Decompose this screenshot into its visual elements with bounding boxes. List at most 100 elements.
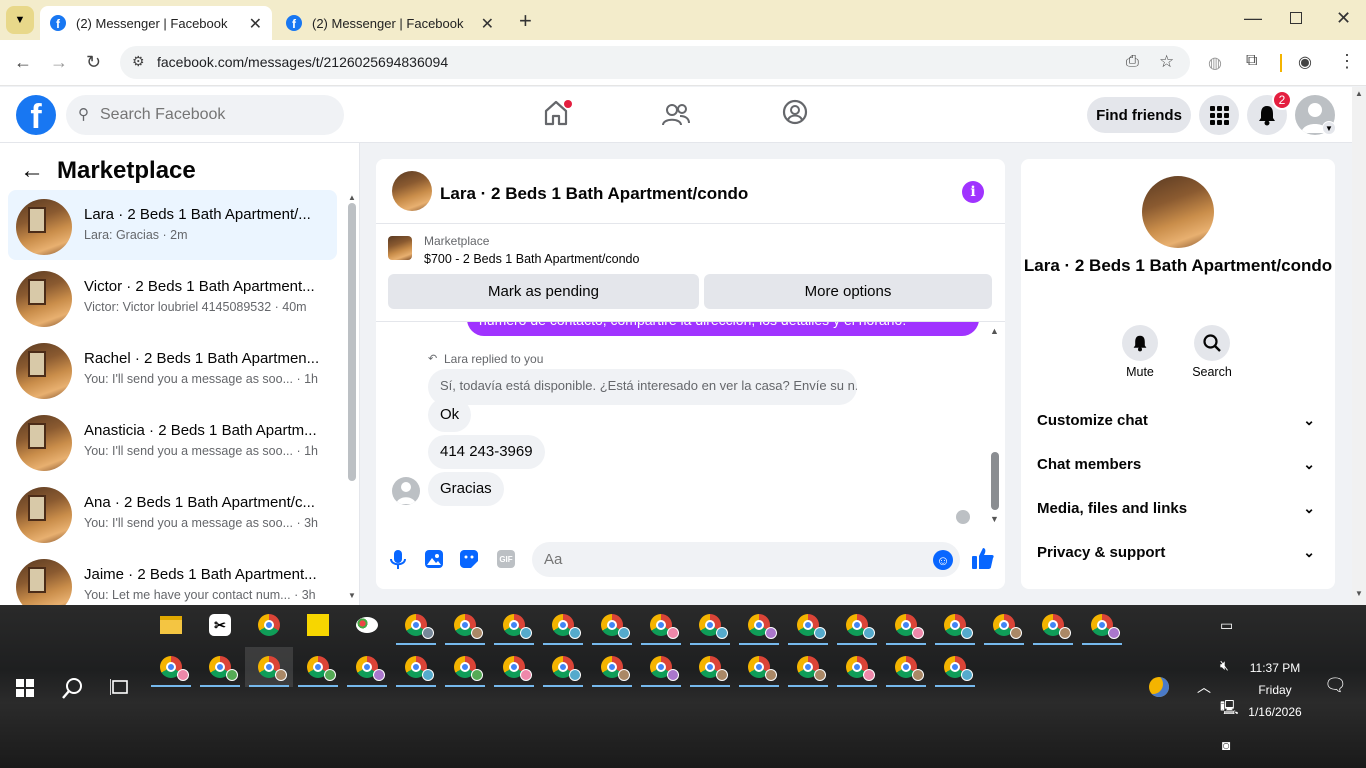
- reload-icon[interactable]: ↻: [86, 52, 101, 73]
- chrome-profile-taskbar-icon[interactable]: [686, 647, 734, 687]
- chrome-profile-taskbar-icon[interactable]: [784, 647, 832, 687]
- close-window-button[interactable]: ✕: [1336, 8, 1351, 29]
- scroll-down-arrow[interactable]: ▼: [1355, 589, 1363, 598]
- chrome-profile-taskbar-icon[interactable]: [196, 647, 244, 687]
- chrome-profile-taskbar-icon[interactable]: [539, 647, 587, 687]
- chrome-profile-taskbar-icon[interactable]: [784, 605, 832, 645]
- show-hidden-icons-chevron[interactable]: ︿: [1197, 677, 1211, 697]
- chrome-profile-taskbar-icon[interactable]: [588, 647, 636, 687]
- minimize-button[interactable]: —: [1244, 8, 1262, 29]
- privacy-support-row[interactable]: Privacy & support ⌄: [1037, 544, 1319, 574]
- back-arrow-icon[interactable]: ←: [20, 157, 44, 185]
- groups-icon[interactable]: [782, 99, 808, 125]
- paint-taskbar-icon[interactable]: [343, 605, 391, 645]
- scroll-up-arrow[interactable]: ▲: [1355, 89, 1363, 98]
- photo-icon[interactable]: [425, 550, 443, 568]
- message-input[interactable]: [532, 542, 960, 577]
- task-view-icon[interactable]: [110, 678, 130, 696]
- weather-moon-icon[interactable]: [1149, 677, 1169, 697]
- conversation-item[interactable]: Lara · 2 Beds 1 Bath Apartment/... Lara:…: [8, 190, 337, 260]
- facebook-search-input[interactable]: [100, 95, 330, 135]
- chat-members-row[interactable]: Chat members ⌄: [1037, 456, 1319, 486]
- customize-chat-row[interactable]: Customize chat ⌄: [1037, 412, 1319, 442]
- info-icon[interactable]: i: [962, 181, 984, 203]
- chrome-profile-taskbar-icon[interactable]: [637, 647, 685, 687]
- chrome-profile-taskbar-icon-active[interactable]: [245, 647, 293, 687]
- capcut-taskbar-icon[interactable]: ✂: [196, 605, 244, 645]
- chat-avatar[interactable]: [392, 171, 432, 211]
- listing-title[interactable]: $700 - 2 Beds 1 Bath Apartment/condo: [424, 252, 639, 266]
- scroll-up-arrow[interactable]: ▲: [990, 326, 999, 336]
- network-icon[interactable]: 🖳︎: [1220, 697, 1239, 721]
- chrome-profile-taskbar-icon[interactable]: [637, 605, 685, 645]
- chrome-profile-taskbar-icon[interactable]: [490, 647, 538, 687]
- chrome-profile-taskbar-icon[interactable]: [588, 605, 636, 645]
- chrome-profile-taskbar-icon[interactable]: [343, 647, 391, 687]
- find-friends-button[interactable]: Find friends: [1087, 97, 1191, 133]
- close-tab-icon[interactable]: ✕: [481, 14, 494, 34]
- install-app-icon[interactable]: ⎙: [1126, 53, 1139, 71]
- bookmark-star-icon[interactable]: ☆: [1159, 52, 1174, 72]
- page-scrollbar[interactable]: ▲ ▼: [1352, 87, 1366, 605]
- conversation-item[interactable]: Ana · 2 Beds 1 Bath Apartment/c... You: …: [8, 478, 337, 548]
- chrome-profile-taskbar-icon[interactable]: [1029, 605, 1077, 645]
- chrome-profile-taskbar-icon[interactable]: [294, 647, 342, 687]
- chrome-profile-taskbar-icon[interactable]: [735, 647, 783, 687]
- volume-muted-icon[interactable]: 🔇︎: [1220, 657, 1229, 674]
- facebook-search-box[interactable]: ⚲: [66, 95, 344, 135]
- chrome-profile-taskbar-icon[interactable]: [931, 647, 979, 687]
- scroll-down-arrow[interactable]: ▼: [348, 591, 356, 600]
- chat-scrollbar[interactable]: [991, 452, 999, 510]
- menu-dots-icon[interactable]: ⋮: [1338, 51, 1356, 72]
- chrome-profile-taskbar-icon[interactable]: [686, 605, 734, 645]
- chrome-profile-taskbar-icon[interactable]: [490, 605, 538, 645]
- scroll-down-arrow[interactable]: ▼: [990, 514, 999, 524]
- chrome-profile-taskbar-icon[interactable]: [833, 647, 881, 687]
- chrome-profile-taskbar-icon[interactable]: [882, 605, 930, 645]
- conversation-scrollbar[interactable]: [348, 203, 356, 481]
- translate-icon[interactable]: ◍: [1208, 53, 1222, 73]
- emoji-icon[interactable]: ☺: [933, 550, 953, 570]
- mark-as-pending-button[interactable]: Mark as pending: [388, 274, 699, 309]
- site-settings-icon[interactable]: ⚙: [132, 53, 145, 70]
- file-explorer-taskbar-icon[interactable]: [147, 605, 195, 645]
- account-chevron-icon[interactable]: ▼: [1322, 121, 1336, 135]
- tab-messenger-1[interactable]: f (2) Messenger | Facebook ✕: [40, 6, 272, 40]
- taskbar-clock[interactable]: 11:37 PM Friday 1/16/2026: [1242, 657, 1308, 723]
- back-arrow-icon[interactable]: ←: [14, 52, 32, 73]
- chrome-profile-taskbar-icon[interactable]: [441, 605, 489, 645]
- mute-button[interactable]: [1122, 325, 1158, 361]
- chrome-profile-taskbar-icon[interactable]: [441, 647, 489, 687]
- sticker-icon[interactable]: [460, 550, 478, 568]
- conversation-item[interactable]: Jaime · 2 Beds 1 Bath Apartment... You: …: [8, 550, 337, 605]
- chrome-profile-taskbar-icon[interactable]: [931, 605, 979, 645]
- friends-icon[interactable]: [662, 103, 690, 127]
- media-files-links-row[interactable]: Media, files and links ⌄: [1037, 500, 1319, 530]
- extensions-icon[interactable]: ⧉: [1246, 52, 1257, 70]
- address-bar[interactable]: ⚙ facebook.com/messages/t/21260256948360…: [120, 46, 1190, 79]
- chrome-profile-taskbar-icon[interactable]: [1078, 605, 1126, 645]
- search-in-conversation-button[interactable]: [1194, 325, 1230, 361]
- conversation-item[interactable]: Rachel · 2 Beds 1 Bath Apartmen... You: …: [8, 334, 337, 404]
- menu-grid-button[interactable]: [1199, 95, 1239, 135]
- forward-arrow-icon[interactable]: →: [50, 52, 68, 73]
- chrome-profile-taskbar-icon[interactable]: [882, 647, 930, 687]
- camera-icon[interactable]: ◙: [1222, 737, 1230, 753]
- profile-icon[interactable]: ◉: [1298, 52, 1312, 72]
- search-icon[interactable]: [62, 677, 84, 699]
- tab-messenger-2[interactable]: f (2) Messenger | Facebook ✕: [276, 6, 508, 40]
- chrome-profile-taskbar-icon[interactable]: [833, 605, 881, 645]
- chrome-taskbar-icon[interactable]: [245, 605, 293, 645]
- chrome-profile-taskbar-icon[interactable]: [980, 605, 1028, 645]
- conversation-item[interactable]: Anasticia · 2 Beds 1 Bath Apartm... You:…: [8, 406, 337, 476]
- chrome-profile-taskbar-icon[interactable]: [392, 647, 440, 687]
- new-tab-button[interactable]: +: [519, 8, 532, 34]
- conversation-item[interactable]: Victor · 2 Beds 1 Bath Apartment... Vict…: [8, 262, 337, 332]
- chrome-profile-taskbar-icon[interactable]: [539, 605, 587, 645]
- chat-title[interactable]: Lara · 2 Beds 1 Bath Apartment/condo: [440, 184, 748, 204]
- tab-list-button[interactable]: ▼: [6, 6, 34, 34]
- notifications-center-icon[interactable]: 🗨︎: [1324, 675, 1347, 696]
- more-options-button[interactable]: More options: [704, 274, 992, 309]
- windows-start-icon[interactable]: [16, 679, 34, 697]
- like-thumb-icon[interactable]: [972, 547, 994, 569]
